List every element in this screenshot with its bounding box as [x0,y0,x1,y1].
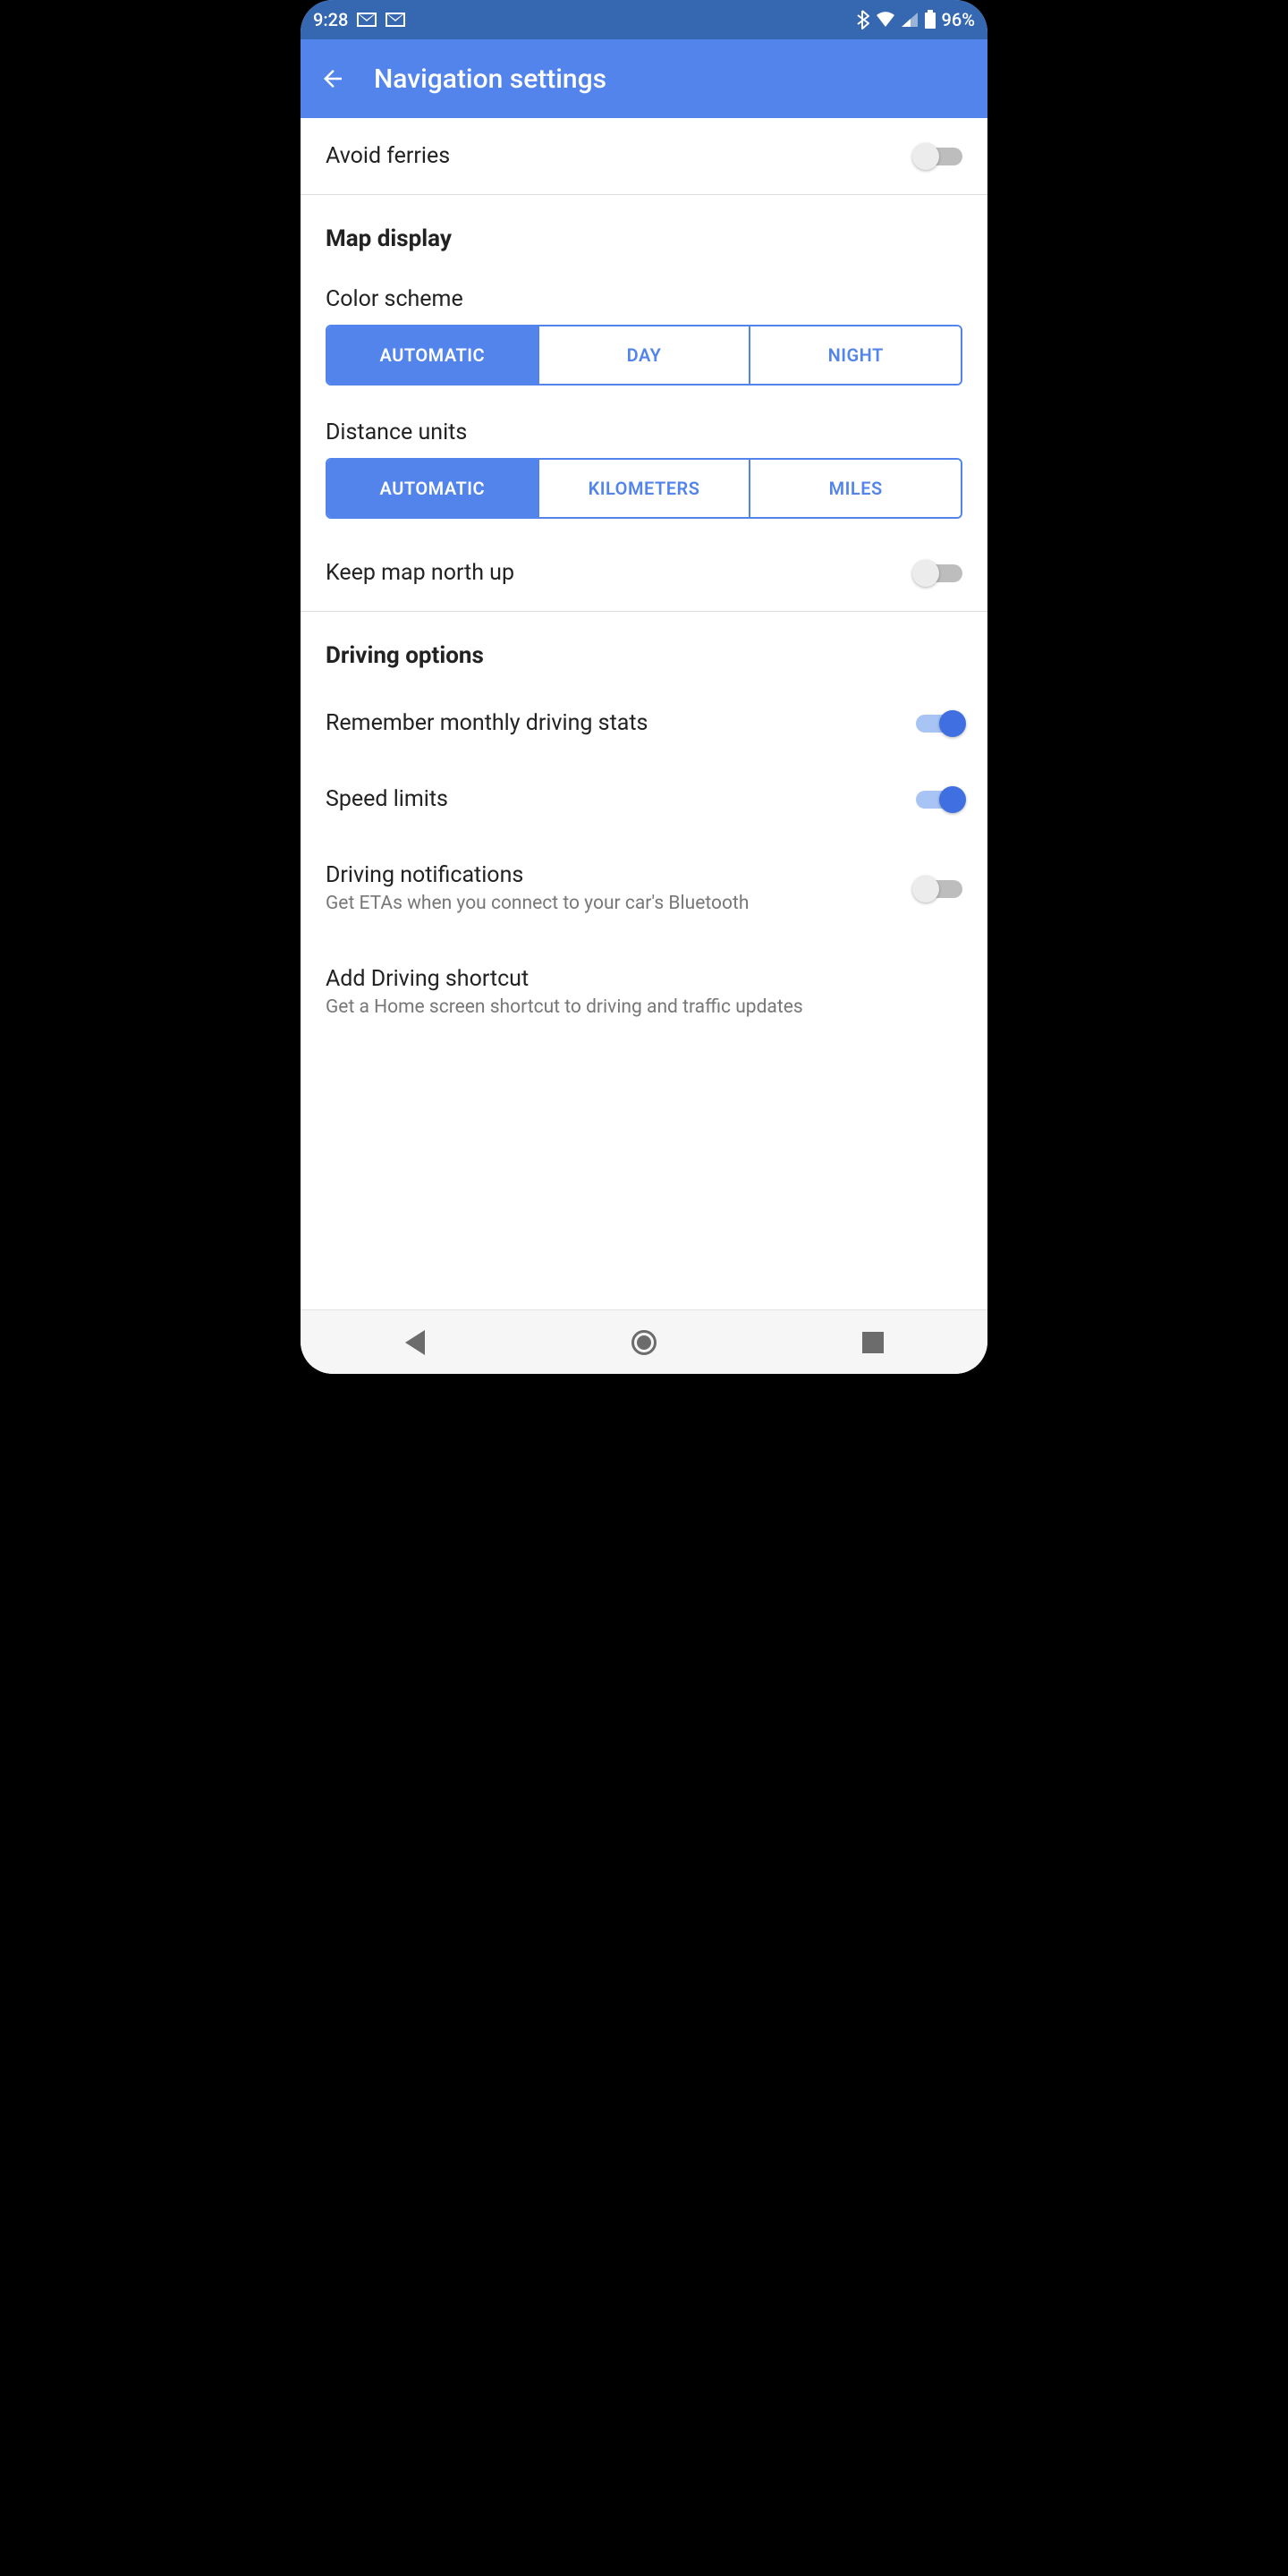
avoid-ferries-switch[interactable] [916,148,962,165]
keep-north-up-switch[interactable] [916,564,962,582]
nav-home-button[interactable] [617,1316,671,1369]
status-right: 96% [856,9,975,30]
arrow-left-icon [319,65,346,92]
keep-north-up-row[interactable]: Keep map north up [301,535,987,611]
nav-recent-button[interactable] [846,1316,900,1369]
page-title: Navigation settings [374,64,606,95]
settings-content[interactable]: Avoid ferries Map display Color scheme A… [301,118,987,1309]
battery-icon [924,10,936,30]
color-scheme-night[interactable]: NIGHT [749,326,961,384]
speed-limits-switch[interactable] [916,791,962,809]
distance-units-kilometers[interactable]: KILOMETERS [538,460,750,517]
driving-notifications-row[interactable]: Driving notifications Get ETAs when you … [301,837,987,941]
driving-notifications-label: Driving notifications [326,862,898,888]
status-battery-pct: 96% [942,9,975,30]
driving-notifications-sub: Get ETAs when you connect to your car's … [326,892,898,916]
section-driving-options: Driving options [301,612,987,685]
speed-limits-row[interactable]: Speed limits [301,761,987,837]
back-button[interactable] [317,63,349,95]
color-scheme-day[interactable]: DAY [538,326,750,384]
keep-north-up-label: Keep map north up [326,560,898,586]
wifi-icon [876,12,895,28]
device-frame: 9:28 96% Navigation settings [301,0,987,1374]
mail-icon [357,13,377,27]
speed-limits-label: Speed limits [326,786,898,812]
distance-units-label: Distance units [301,402,987,458]
square-recent-icon [862,1332,884,1353]
status-time: 9:28 [313,9,348,30]
system-nav-bar [301,1309,987,1374]
distance-units-segmented: AUTOMATIC KILOMETERS MILES [326,458,962,519]
distance-units-automatic[interactable]: AUTOMATIC [327,460,538,517]
triangle-back-icon [405,1330,425,1355]
app-bar: Navigation settings [301,39,987,118]
color-scheme-automatic[interactable]: AUTOMATIC [327,326,538,384]
add-driving-shortcut-sub: Get a Home screen shortcut to driving an… [326,996,945,1020]
status-bar: 9:28 96% [301,0,987,39]
add-driving-shortcut-label: Add Driving shortcut [326,966,945,992]
bluetooth-icon [856,10,870,30]
avoid-ferries-label: Avoid ferries [326,143,898,169]
color-scheme-segmented: AUTOMATIC DAY NIGHT [326,325,962,386]
cell-signal-icon [901,12,919,28]
status-left: 9:28 [313,9,405,30]
remember-stats-row[interactable]: Remember monthly driving stats [301,685,987,761]
distance-units-miles[interactable]: MILES [749,460,961,517]
remember-stats-switch[interactable] [916,715,962,733]
color-scheme-label: Color scheme [301,268,987,325]
avoid-ferries-row[interactable]: Avoid ferries [301,118,987,194]
circle-home-icon [631,1330,657,1355]
remember-stats-label: Remember monthly driving stats [326,710,898,736]
section-map-display: Map display [301,195,987,268]
driving-notifications-switch[interactable] [916,880,962,898]
mail-icon [386,13,405,27]
nav-back-button[interactable] [388,1316,442,1369]
add-driving-shortcut-row[interactable]: Add Driving shortcut Get a Home screen s… [301,941,987,1045]
